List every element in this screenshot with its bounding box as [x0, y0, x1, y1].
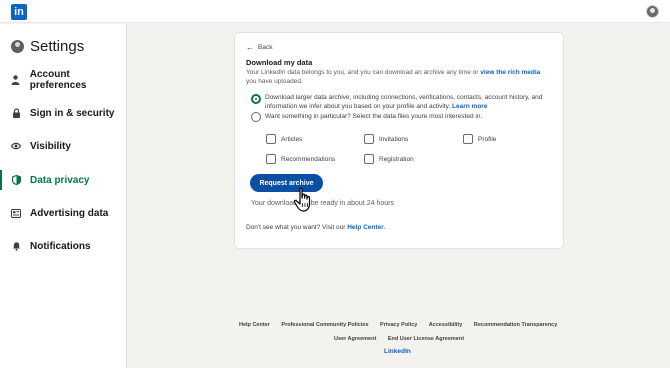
footer-link-accessibility[interactable]: Accessibility	[429, 322, 463, 328]
sidebar-item-data-privacy[interactable]: Data privacy	[0, 169, 127, 191]
view-rich-media-link[interactable]: view the rich media	[480, 69, 540, 76]
hand-cursor-icon	[293, 187, 311, 212]
checkbox-label: Recommendations	[281, 156, 336, 163]
help-center-link[interactable]: Help Center	[347, 224, 383, 231]
sidebar-item-visibility[interactable]: Visibility	[0, 135, 127, 157]
section-title: Download my data	[246, 58, 313, 67]
top-bar: in	[0, 0, 670, 23]
person-icon	[11, 75, 21, 85]
checkbox-label: Profile	[478, 136, 497, 143]
eye-icon	[11, 141, 21, 151]
back-link[interactable]: ← Back	[246, 43, 272, 52]
shield-icon	[11, 175, 21, 185]
download-data-card: ← Back Download my data Your LinkedIn da…	[234, 32, 564, 249]
checkbox-label: Registration	[379, 156, 414, 163]
linkedin-logo[interactable]: in	[11, 4, 27, 20]
learn-more-link[interactable]: Learn more	[452, 103, 487, 110]
footer-link-privacy-policy[interactable]: Privacy Policy	[380, 322, 417, 328]
checkbox-label: Articles	[281, 136, 303, 143]
settings-sidebar: Settings Account preferences Sign in & s…	[0, 24, 127, 368]
recommendations-checkbox[interactable]	[266, 154, 276, 164]
sidebar-item-label: Visibility	[30, 140, 71, 152]
bell-icon	[11, 241, 21, 251]
avatar[interactable]	[646, 5, 659, 18]
sidebar-item-label: Data privacy	[30, 174, 90, 186]
sidebar-item-label: Notifications	[30, 240, 91, 252]
footer-link-eula[interactable]: End User License Agreement	[388, 336, 464, 342]
full-archive-option-text: Download larger data archive, including …	[265, 94, 543, 110]
footer-link-user-agreement[interactable]: User Agreement	[334, 336, 376, 342]
sidebar-item-notifications[interactable]: Notifications	[0, 235, 127, 257]
invitations-checkbox[interactable]	[364, 134, 374, 144]
specific-data-radio[interactable]	[251, 112, 261, 122]
sidebar-item-label: Sign in & security	[30, 107, 115, 119]
section-description: Your LinkedIn data belongs to you, and y…	[246, 69, 541, 85]
page-title: Settings	[30, 37, 85, 55]
lock-icon	[11, 108, 21, 118]
footer-link-recommendation-transparency[interactable]: Recommendation Transparency	[474, 322, 557, 328]
sidebar-item-label: Account preferences	[29, 69, 87, 91]
footer-link-help-center[interactable]: Help Center	[239, 322, 270, 328]
footer-linkedin-logo: LinkedIn	[384, 348, 411, 355]
settings-header: Settings	[11, 36, 84, 56]
profile-checkbox[interactable]	[463, 134, 473, 144]
full-archive-radio[interactable]	[251, 94, 261, 104]
sidebar-item-sign-in-security[interactable]: Sign in & security	[0, 102, 127, 124]
sidebar-item-account-preferences[interactable]: Account preferences	[0, 69, 127, 91]
footer-link-community-policies[interactable]: Professional Community Policies	[281, 322, 368, 328]
status-text: Your download will be ready in about 24 …	[251, 200, 394, 207]
arrow-left-icon: ←	[246, 43, 254, 52]
help-center-text: Don't see what you want? Visit our Help …	[246, 224, 386, 231]
sidebar-item-label: Advertising data	[30, 207, 109, 219]
footer-links-row: Help Center Professional Community Polic…	[239, 322, 567, 328]
newspaper-icon	[11, 208, 21, 218]
sidebar-item-advertising-data[interactable]: Advertising data	[0, 202, 127, 224]
checkbox-label: Invitations	[379, 136, 409, 143]
specific-data-option-text: Want something in particular? Select the…	[265, 113, 483, 120]
footer-links-row: User Agreement End User License Agreemen…	[334, 336, 474, 342]
avatar	[11, 39, 24, 53]
registration-checkbox[interactable]	[364, 154, 374, 164]
articles-checkbox[interactable]	[266, 134, 276, 144]
